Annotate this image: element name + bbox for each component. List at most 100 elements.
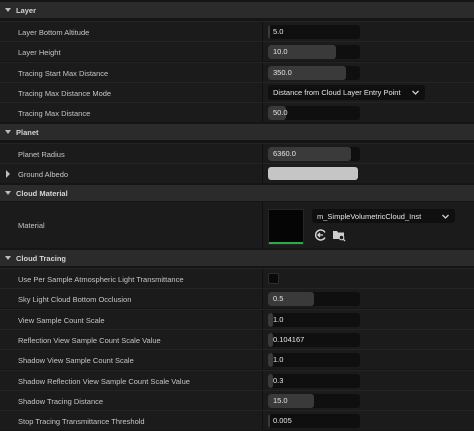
value-text: 10.0 xyxy=(273,47,288,56)
section-cloud-material[interactable]: Cloud Material xyxy=(0,185,474,201)
chevron-down-icon xyxy=(0,254,16,262)
row-tracing-start-max-distance: Tracing Start Max Distance 350.0 xyxy=(0,62,474,82)
tracing-start-max-distance-input[interactable]: 350.0 xyxy=(268,66,360,80)
folder-search-icon[interactable] xyxy=(332,228,346,242)
dropdown-value: Distance from Cloud Layer Entry Point xyxy=(273,88,401,97)
column-divider[interactable] xyxy=(262,63,263,82)
tracing-max-distance-mode-dropdown[interactable]: Distance from Cloud Layer Entry Point xyxy=(268,85,425,100)
value-text: 0.005 xyxy=(273,416,292,425)
view-sample-count-scale-input[interactable]: 1.0 xyxy=(268,313,360,327)
column-divider[interactable] xyxy=(262,144,263,163)
value-fill xyxy=(268,333,273,347)
section-cloud-tracing[interactable]: Cloud Tracing xyxy=(0,250,474,266)
value-fill xyxy=(268,25,270,39)
shadow-reflection-view-sample-scale-input[interactable]: 0.3 xyxy=(268,374,360,388)
row-shadow-tracing-distance: Shadow Tracing Distance 15.0 xyxy=(0,390,474,410)
property-label: Layer Bottom Altitude xyxy=(18,27,90,37)
property-label: Shadow Tracing Distance xyxy=(18,396,104,406)
column-divider[interactable] xyxy=(262,103,263,122)
tracing-max-distance-input[interactable]: 50.0 xyxy=(268,106,360,120)
value-text: 6360.0 xyxy=(273,149,296,158)
value-text: 50.0 xyxy=(273,108,288,117)
row-stop-tracing-threshold: Stop Tracing Transmittance Threshold 0.0… xyxy=(0,410,474,430)
value-fill xyxy=(268,374,273,388)
property-label: Shadow Reflection View Sample Count Scal… xyxy=(18,376,190,386)
shadow-view-sample-scale-input[interactable]: 1.0 xyxy=(268,353,360,367)
material-asset-color-bar xyxy=(269,242,303,244)
chevron-down-icon xyxy=(411,88,420,99)
column-divider[interactable] xyxy=(262,391,263,410)
property-label: Ground Albedo xyxy=(18,169,69,179)
column-divider[interactable] xyxy=(262,269,263,288)
column-divider[interactable] xyxy=(262,350,263,369)
section-title: Cloud Material xyxy=(16,188,68,198)
per-sample-atmospheric-checkbox[interactable] xyxy=(268,273,279,284)
layer-bottom-altitude-input[interactable]: 5.0 xyxy=(268,25,360,39)
row-layer-bottom-altitude: Layer Bottom Altitude 5.0 xyxy=(0,21,474,41)
property-label: Shadow View Sample Count Scale xyxy=(18,355,134,365)
section-title: Cloud Tracing xyxy=(16,253,67,263)
row-per-sample-atmospheric-transmittance: Use Per Sample Atmospheric Light Transmi… xyxy=(0,268,474,288)
value-fill xyxy=(268,313,273,327)
row-reflection-view-sample-scale: Reflection View Sample Count Scale Value… xyxy=(0,329,474,349)
property-label: Tracing Max Distance xyxy=(18,108,91,118)
property-label: Sky Light Cloud Bottom Occlusion xyxy=(18,294,132,304)
section-planet[interactable]: Planet xyxy=(0,124,474,140)
row-view-sample-count-scale: View Sample Count Scale 1.0 xyxy=(0,309,474,329)
row-ground-albedo: Ground Albedo xyxy=(0,163,474,183)
property-label: View Sample Count Scale xyxy=(18,315,105,325)
chevron-down-icon xyxy=(0,189,16,197)
column-divider[interactable] xyxy=(262,22,263,41)
row-tracing-max-distance-mode: Tracing Max Distance Mode Distance from … xyxy=(0,82,474,102)
row-sky-light-occlusion: Sky Light Cloud Bottom Occlusion 0.5 xyxy=(0,288,474,308)
value-text: 15.0 xyxy=(273,396,288,405)
material-thumbnail[interactable] xyxy=(268,209,304,245)
sky-light-occlusion-input[interactable]: 0.5 xyxy=(268,292,360,306)
chevron-down-icon xyxy=(441,212,450,223)
section-layer[interactable]: Layer xyxy=(0,2,474,18)
column-divider[interactable] xyxy=(262,411,263,430)
column-divider[interactable] xyxy=(262,330,263,349)
chevron-down-icon xyxy=(0,128,16,136)
planet-radius-input[interactable]: 6360.0 xyxy=(268,147,360,161)
section-title: Planet xyxy=(16,127,39,137)
row-material: Material m_SimpleVolumetricCloud_Inst xyxy=(0,202,474,248)
column-divider[interactable] xyxy=(262,310,263,329)
arrow-left-circle-icon[interactable] xyxy=(314,228,328,242)
material-asset-dropdown[interactable]: m_SimpleVolumetricCloud_Inst xyxy=(312,209,455,223)
layer-height-input[interactable]: 10.0 xyxy=(268,45,360,59)
column-divider[interactable] xyxy=(262,164,263,183)
property-label: Tracing Start Max Distance xyxy=(18,68,109,78)
value-text: 350.0 xyxy=(273,68,292,77)
column-divider[interactable] xyxy=(262,289,263,308)
column-divider[interactable] xyxy=(262,83,263,102)
value-text: 0.3 xyxy=(273,376,284,385)
details-panel: Layer Layer Bottom Altitude 5.0 Layer He… xyxy=(0,0,474,431)
ground-albedo-color-swatch[interactable] xyxy=(268,167,358,180)
column-divider[interactable] xyxy=(262,42,263,61)
column-divider[interactable] xyxy=(262,202,263,248)
reflection-view-sample-scale-input[interactable]: 0.104167 xyxy=(268,333,360,347)
property-label: Stop Tracing Transmittance Threshold xyxy=(18,416,145,426)
value-text: 1.0 xyxy=(273,355,284,364)
row-layer-height: Layer Height 10.0 xyxy=(0,41,474,61)
property-label: Material xyxy=(18,220,45,230)
value-fill xyxy=(268,414,270,428)
chevron-down-icon xyxy=(0,6,16,14)
value-text: 1.0 xyxy=(273,315,284,324)
dropdown-value: m_SimpleVolumetricCloud_Inst xyxy=(317,211,422,221)
stop-tracing-threshold-input[interactable]: 0.005 xyxy=(268,414,360,428)
property-label: Reflection View Sample Count Scale Value xyxy=(18,335,161,345)
section-title: Layer xyxy=(16,5,37,15)
property-label: Layer Height xyxy=(18,47,61,57)
row-shadow-reflection-view-sample-scale: Shadow Reflection View Sample Count Scal… xyxy=(0,370,474,390)
value-text: 5.0 xyxy=(273,27,284,36)
value-fill xyxy=(268,353,273,367)
value-text: 0.104167 xyxy=(273,335,305,344)
chevron-right-icon[interactable] xyxy=(5,170,11,180)
column-divider[interactable] xyxy=(262,371,263,390)
property-label: Use Per Sample Atmospheric Light Transmi… xyxy=(18,274,184,284)
property-label: Tracing Max Distance Mode xyxy=(18,88,112,98)
shadow-tracing-distance-input[interactable]: 15.0 xyxy=(268,394,360,408)
row-shadow-view-sample-scale: Shadow View Sample Count Scale 1.0 xyxy=(0,349,474,369)
